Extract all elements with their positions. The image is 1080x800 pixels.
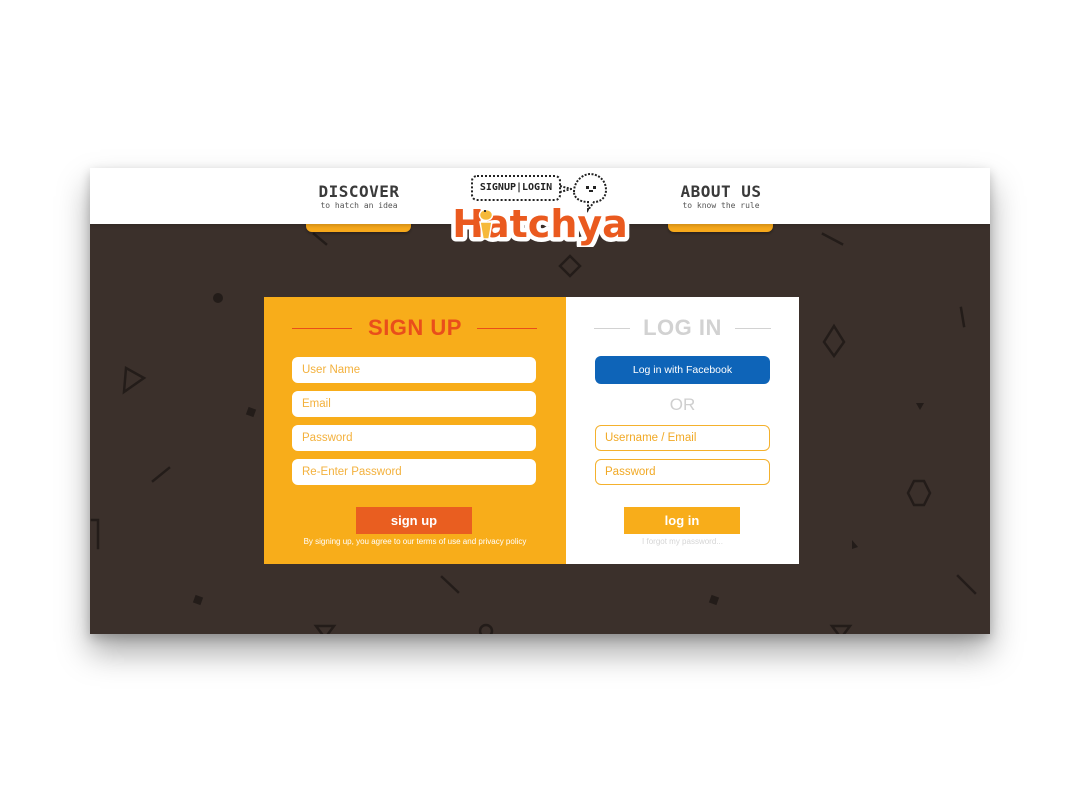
- login-password-field[interactable]: [595, 459, 770, 485]
- username-field[interactable]: [292, 357, 536, 383]
- or-divider-text: OR: [669, 395, 696, 414]
- nav-discover-subtitle: to hatch an idea: [320, 201, 398, 210]
- log-in-button[interactable]: log in: [624, 507, 740, 534]
- nav-about-title: ABOUT US: [680, 182, 762, 201]
- app-window: DISCOVER to hatch an idea ABOUT US to kn…: [90, 168, 990, 634]
- circle-shape: [478, 623, 494, 634]
- diamond-shape: [822, 323, 846, 359]
- triangle-shape: [852, 540, 858, 549]
- password-field[interactable]: [292, 425, 536, 451]
- facebook-login-button[interactable]: Log in with Facebook: [595, 356, 770, 384]
- email-field[interactable]: [292, 391, 536, 417]
- square-shape: [245, 406, 257, 418]
- signup-panel: SIGN UP sign up By signing up, you agree…: [264, 297, 566, 564]
- sign-up-button[interactable]: sign up: [356, 507, 472, 534]
- triangle-shape: [313, 624, 337, 634]
- triangle-shape: [829, 624, 853, 634]
- nav-about-us[interactable]: ABOUT US to know the rule: [666, 183, 776, 211]
- dash-shape: [821, 232, 844, 246]
- terms-text: By signing up, you agree to our terms of…: [303, 537, 527, 546]
- dash-shape: [440, 575, 460, 594]
- square-shape: [192, 594, 204, 606]
- auth-card: SIGN UP sign up By signing up, you agree…: [264, 297, 799, 564]
- login-username-field[interactable]: [595, 425, 770, 451]
- triangle-shape: [122, 365, 147, 395]
- forgot-password-link[interactable]: I forgot my password...: [566, 537, 799, 546]
- square-shape: [708, 594, 720, 606]
- dash-shape: [151, 466, 171, 483]
- title-divider: [735, 328, 771, 329]
- nav-discover-title: DISCOVER: [318, 182, 400, 201]
- login-panel: LOG IN Log in with Facebook OR log in I …: [566, 297, 799, 564]
- hatchya-logo[interactable]: Hatchya Hatchya: [428, 201, 652, 247]
- dash-shape: [956, 574, 977, 595]
- logo-text: Hatchya: [452, 202, 628, 246]
- dash-shape: [312, 232, 328, 246]
- triangle-shape: [916, 403, 924, 410]
- reenter-password-field[interactable]: [292, 459, 536, 485]
- nav-about-subtitle: to know the rule: [682, 201, 760, 210]
- nav-discover[interactable]: DISCOVER to hatch an idea: [304, 183, 414, 211]
- diamond-shape: [558, 254, 582, 278]
- dash-shape: [959, 306, 966, 328]
- hexagon-shape: [906, 479, 932, 507]
- dot-shape: [213, 293, 223, 303]
- title-divider: [477, 328, 537, 329]
- signup-login-bubble[interactable]: SIGNUP|LOGIN: [471, 175, 561, 201]
- bracket-shape: [90, 518, 100, 550]
